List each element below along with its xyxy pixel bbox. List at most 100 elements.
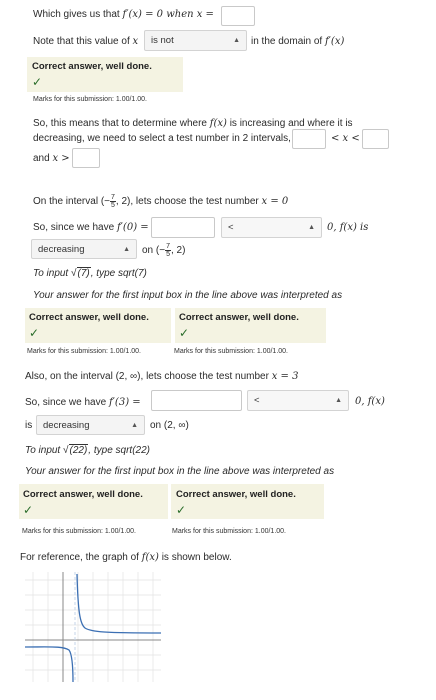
sign-select[interactable]: < ▲ bbox=[247, 390, 349, 411]
derivative-expression: f′(x) = 0 when x = bbox=[122, 9, 214, 20]
select-arrow-icon: ▲ bbox=[308, 224, 315, 231]
var-x: x bbox=[132, 36, 139, 47]
feedback-title: Correct answer, well done. bbox=[23, 489, 143, 500]
input-hint: To input √(22), type sqrt(22) bbox=[25, 444, 150, 456]
interval-upper-input[interactable] bbox=[362, 129, 389, 149]
interval-lower-input[interactable] bbox=[292, 129, 326, 149]
test-number: x = 0 bbox=[261, 196, 289, 208]
function-expression: f(x) bbox=[141, 552, 159, 563]
interpretation-text: Your answer for the first input box in t… bbox=[33, 290, 343, 301]
interpretation-text: Your answer for the first input box in t… bbox=[25, 466, 335, 477]
question-line-2: Note that this value of x bbox=[33, 36, 138, 47]
direction-select-value: decreasing bbox=[38, 244, 85, 255]
hint-prefix: To input bbox=[33, 268, 69, 279]
direction-select-value: decreasing bbox=[43, 420, 90, 431]
marks-text: Marks for this submission: 1.00/1.00. bbox=[172, 528, 286, 535]
on-interval-text: on (2, ∞) bbox=[150, 420, 189, 431]
x-greater-than: x > bbox=[52, 153, 70, 164]
select-arrow-icon: ▲ bbox=[131, 422, 138, 429]
q3-text-2: decreasing, we need to select a test num… bbox=[33, 133, 291, 144]
since-line-1: So, since we have f′(0) = bbox=[33, 222, 149, 233]
derivative-at-3: f′(3) = bbox=[108, 397, 141, 408]
radicand: (7) bbox=[76, 267, 91, 279]
feedback-title: Correct answer, well done. bbox=[179, 312, 299, 323]
marks-text: Marks for this submission: 1.00/1.00. bbox=[27, 348, 141, 355]
sign-select[interactable]: < ▲ bbox=[221, 217, 322, 238]
domain-select-value: is not bbox=[151, 35, 174, 46]
interval-end-text: , 2) bbox=[170, 245, 186, 257]
question-text: Which gives us that bbox=[33, 9, 120, 20]
sign-select-value: < bbox=[254, 395, 260, 406]
feedback-title: Correct answer, well done. bbox=[32, 61, 152, 72]
derivative-value-input[interactable] bbox=[151, 217, 215, 238]
select-arrow-icon: ▲ bbox=[123, 246, 130, 253]
feedback-title: Correct answer, well done. bbox=[176, 489, 296, 500]
function-curve-left bbox=[25, 646, 74, 682]
interval-end-text: , 2), lets choose the test number bbox=[115, 196, 259, 208]
direction-select[interactable]: decreasing ▲ bbox=[31, 239, 137, 259]
is-text: is bbox=[25, 420, 33, 431]
derivative-at-0: f′(0) = bbox=[116, 222, 149, 233]
x-greater-input[interactable] bbox=[72, 148, 100, 168]
domain-suffix: in the domain of f′(x) bbox=[251, 36, 344, 47]
result-text: 0, f(x) is bbox=[327, 222, 369, 233]
hint-suffix: , type sqrt(7) bbox=[90, 268, 147, 279]
function-graph bbox=[25, 572, 161, 682]
interval-prefix: On the interval bbox=[33, 196, 99, 208]
since-text: So, since we have bbox=[25, 397, 107, 408]
sqrt-expression: √(7) bbox=[71, 267, 91, 279]
derivative-expression: f′(x) bbox=[324, 36, 345, 47]
answer-input-x-value[interactable] bbox=[221, 6, 255, 26]
on-text: on bbox=[142, 245, 154, 257]
q3-text: So, this means that to determine where bbox=[33, 118, 207, 129]
input-hint: To input √(7), type sqrt(7) bbox=[33, 267, 147, 279]
hint-suffix: , type sqrt(22) bbox=[88, 445, 150, 456]
function-expression: f(x) bbox=[209, 118, 227, 129]
question-line-3a: So, this means that to determine where f… bbox=[33, 118, 353, 129]
question-line-3b: decreasing, we need to select a test num… bbox=[33, 133, 291, 144]
direction-select[interactable]: decreasing ▲ bbox=[36, 415, 145, 435]
check-icon: ✓ bbox=[179, 326, 190, 340]
marks-text: Marks for this submission: 1.00/1.00. bbox=[174, 348, 288, 355]
feedback-box: Correct answer, well done. ✓ bbox=[171, 484, 324, 519]
select-arrow-icon: ▲ bbox=[335, 397, 342, 404]
check-icon: ✓ bbox=[29, 326, 40, 340]
caption-prefix: For reference, the graph of bbox=[20, 552, 139, 563]
derivative-value-input[interactable] bbox=[151, 390, 242, 411]
q3-text-end: is increasing and where it is bbox=[229, 118, 353, 129]
on-interval-text: on (− 7 5, 2) bbox=[142, 243, 185, 258]
function-curve-right bbox=[76, 573, 161, 634]
less-than-x-less-than: < x < bbox=[331, 133, 360, 144]
interval-open: (− bbox=[155, 245, 166, 257]
marks-text: Marks for this submission: 1.00/1.00. bbox=[33, 96, 147, 103]
radicand: (22) bbox=[68, 444, 89, 456]
interval-open: (− bbox=[100, 196, 110, 208]
interval-line-1: On the interval (− 7 5, 2), lets choose th… bbox=[33, 194, 288, 209]
select-arrow-icon: ▲ bbox=[233, 37, 240, 44]
sqrt-expression: √(22) bbox=[63, 444, 89, 456]
interval-text: Also, on the interval (2, ∞), lets choos… bbox=[25, 371, 269, 382]
since-line-2: So, since we have f′(3) = bbox=[25, 397, 141, 408]
question-line-3c: and x > bbox=[33, 153, 70, 164]
feedback-box: Correct answer, well done. ✓ bbox=[27, 57, 183, 92]
marks-text: Marks for this submission: 1.00/1.00. bbox=[22, 528, 136, 535]
result-text: 0, f(x) bbox=[355, 396, 385, 407]
sign-select-value: < bbox=[228, 222, 234, 233]
domain-select[interactable]: is not ▲ bbox=[144, 30, 247, 51]
hint-prefix: To input bbox=[25, 445, 61, 456]
domain-suffix-text: in the domain of bbox=[251, 36, 323, 47]
caption-suffix: is shown below. bbox=[161, 552, 232, 563]
feedback-title: Correct answer, well done. bbox=[29, 312, 149, 323]
graph-grid bbox=[25, 572, 161, 682]
feedback-box: Correct answer, well done. ✓ bbox=[175, 308, 326, 343]
check-icon: ✓ bbox=[23, 503, 34, 517]
domain-note-text: Note that this value of bbox=[33, 36, 130, 47]
check-icon: ✓ bbox=[176, 503, 187, 517]
feedback-box: Correct answer, well done. ✓ bbox=[19, 484, 168, 519]
test-number: x = 3 bbox=[271, 371, 299, 382]
interval-line-2: Also, on the interval (2, ∞), lets choos… bbox=[25, 371, 298, 382]
feedback-box: Correct answer, well done. ✓ bbox=[25, 308, 171, 343]
and-text: and bbox=[33, 153, 50, 164]
check-icon: ✓ bbox=[32, 75, 43, 89]
since-text: So, since we have bbox=[33, 222, 115, 233]
